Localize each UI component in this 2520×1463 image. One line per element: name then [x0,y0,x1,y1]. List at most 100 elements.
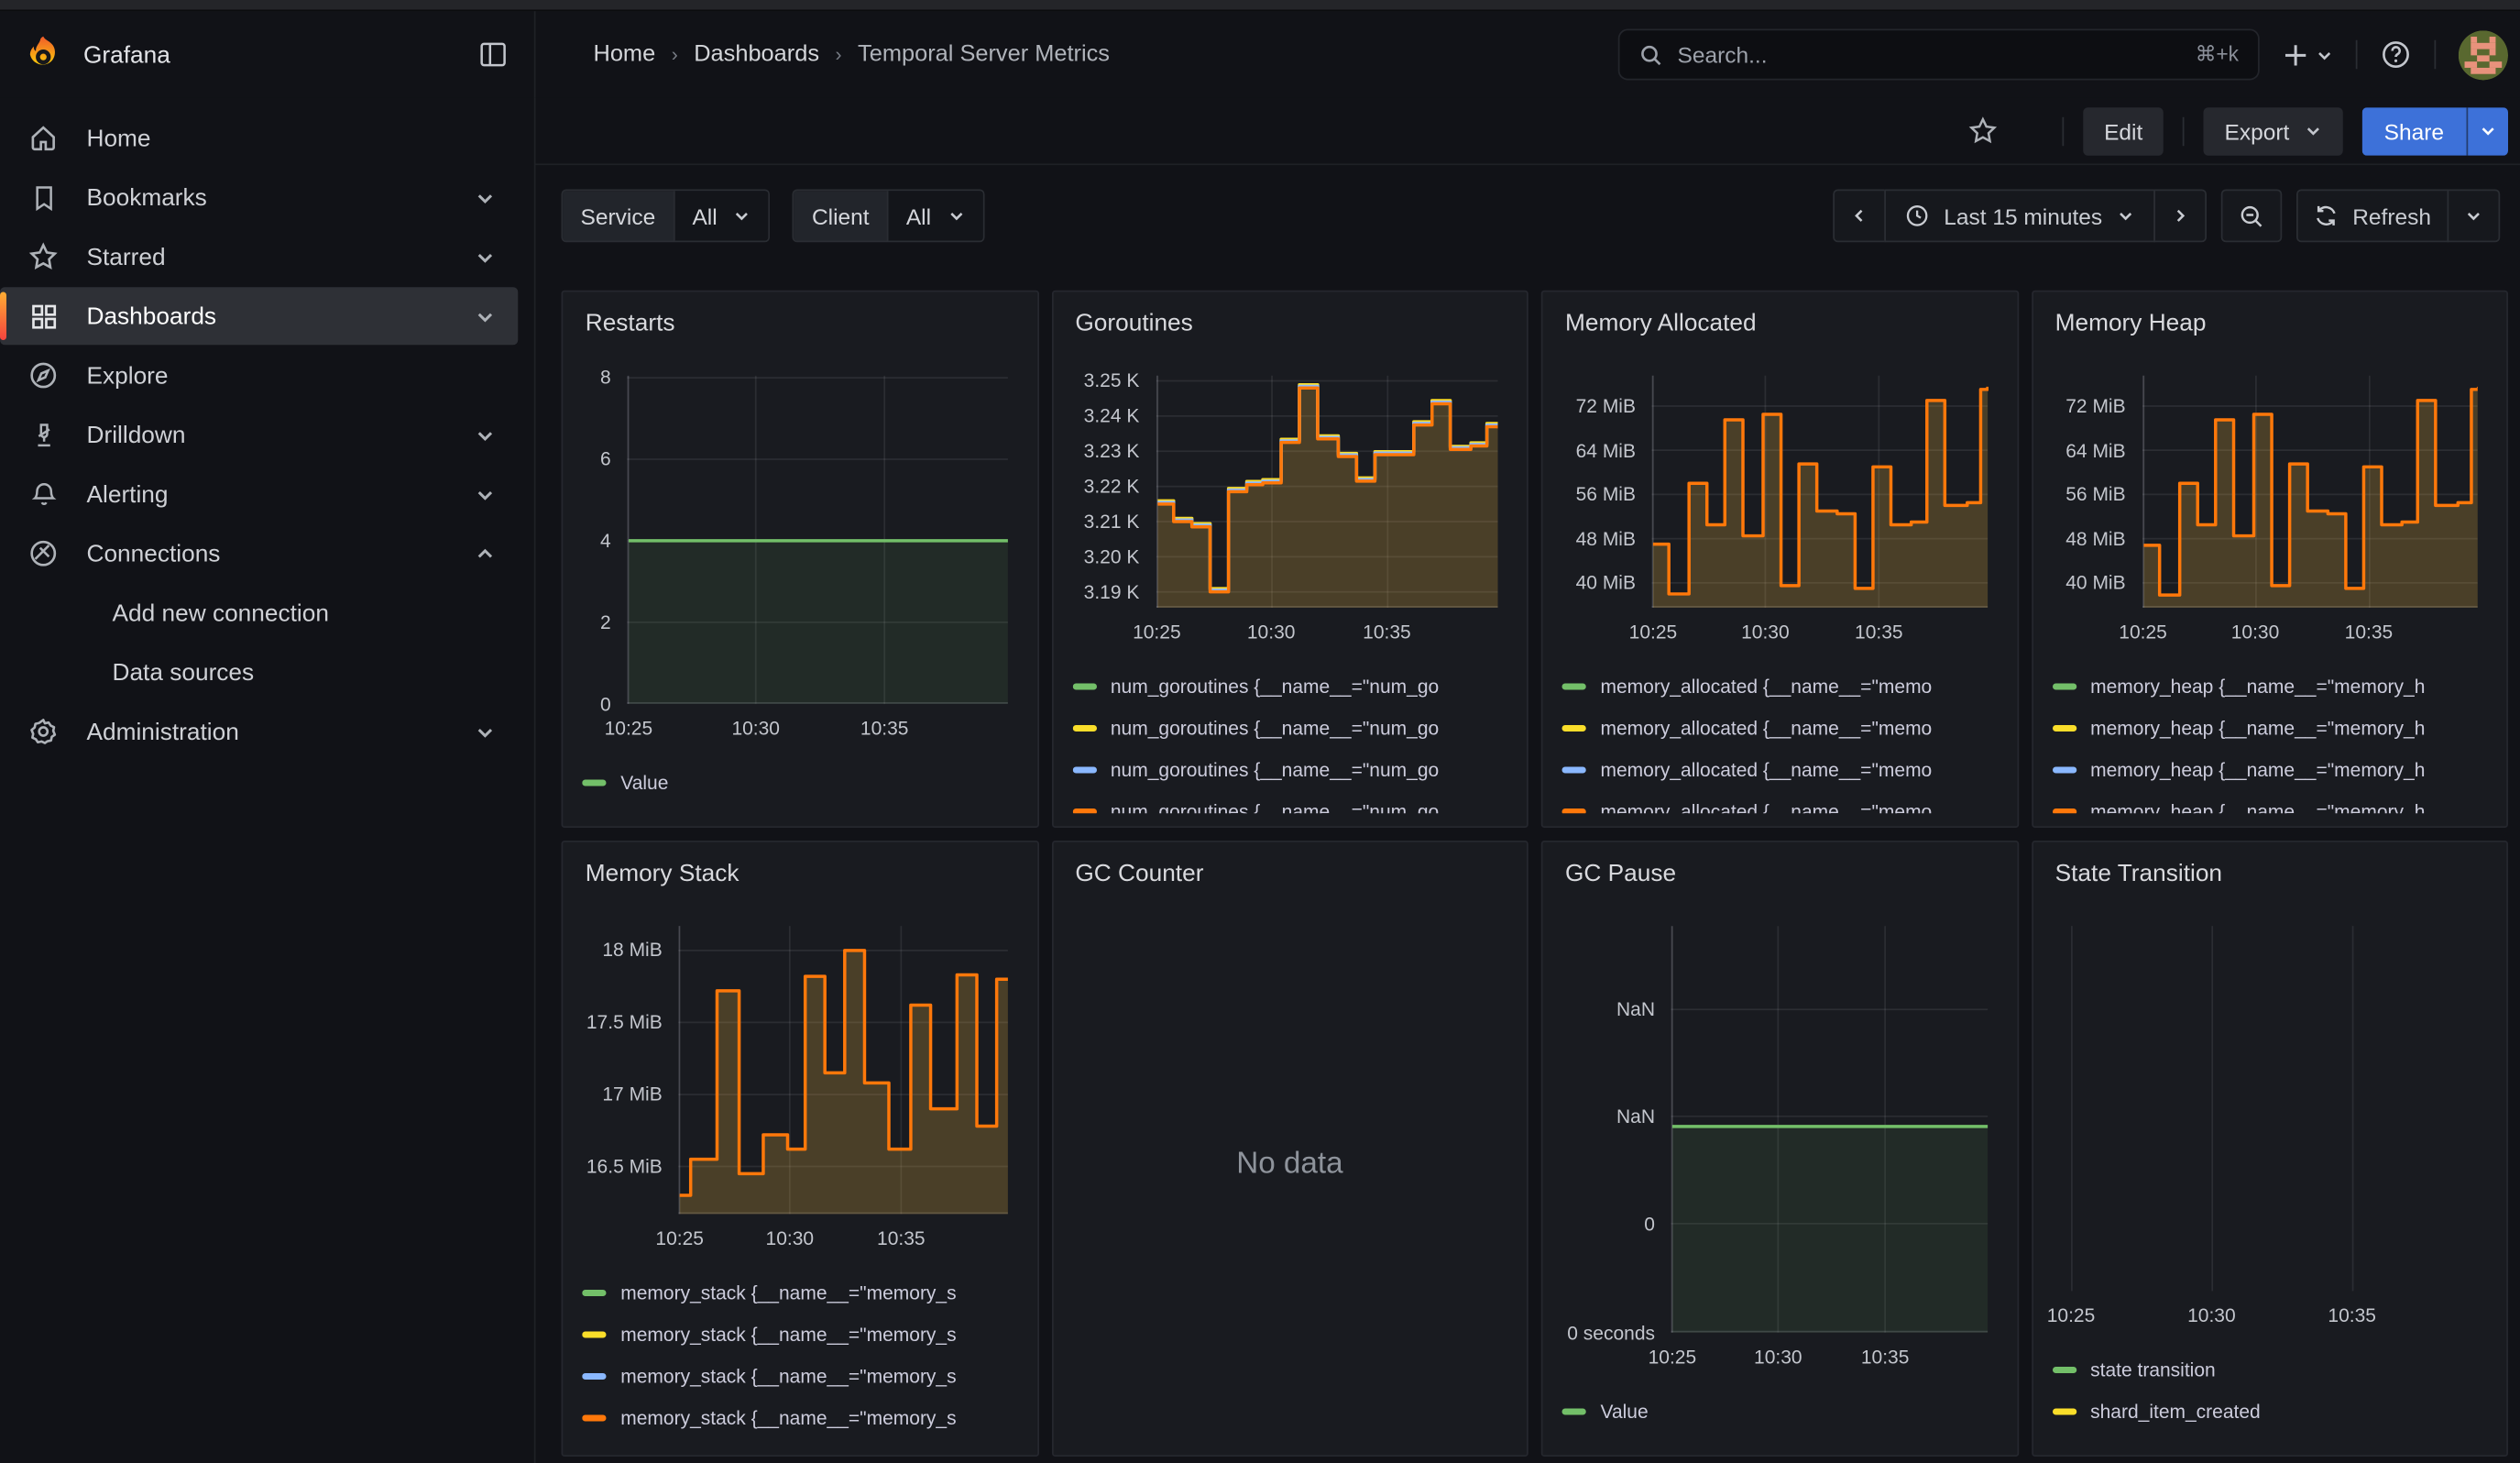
legend-label[interactable]: state transition [2090,1358,2216,1381]
chart-plot-area[interactable] [2142,376,2478,609]
breadcrumb-dashboards[interactable]: Dashboards [694,42,819,68]
legend-color-chip[interactable] [2052,1367,2076,1373]
legend-label[interactable]: memory_allocated {__name__="memo [1601,800,1933,813]
legend-label[interactable]: memory_heap {__name__="memory_h [2090,676,2425,698]
sidebar-item-add-new-connection[interactable]: Add new connection [0,584,518,642]
panel-title[interactable]: Memory Allocated [1562,302,1998,337]
legend-color-chip[interactable] [1562,808,1586,813]
export-button[interactable]: Export [2204,106,2342,155]
y-axis-labels: 3.25 K3.24 K3.23 K3.22 K3.21 K3.20 K3.19… [1072,376,1156,609]
refresh-interval-caret[interactable] [2448,190,2501,243]
legend-label[interactable]: memory_stack {__name__="memory_s [620,1365,956,1388]
legend-label[interactable]: memory_heap {__name__="memory_h [2090,800,2425,813]
y-tick-label: 16.5 MiB [586,1156,663,1179]
variable-value[interactable]: All [889,191,982,240]
legend-color-chip[interactable] [2052,1409,2076,1415]
legend-label[interactable]: memory_stack {__name__="memory_s [620,1407,956,1430]
time-range-picker[interactable]: Last 15 minutes [1884,190,2154,243]
star-dashboard-icon[interactable] [1967,116,1998,146]
legend-label[interactable]: memory_allocated {__name__="memo [1601,717,1933,740]
legend-color-chip[interactable] [1562,1409,1586,1415]
chevron-down-icon[interactable] [475,424,496,446]
variable-dropdown-client[interactable]: ClientAll [793,190,984,243]
panel-title[interactable]: GC Counter [1072,852,1507,887]
y-axis-labels: 18 MiB17.5 MiB17 MiB16.5 MiB [582,926,678,1215]
time-shift-back-button[interactable] [1833,190,1886,243]
legend-color-chip[interactable] [582,1415,606,1422]
legend-color-chip[interactable] [2052,767,2076,774]
chevron-down-icon[interactable] [475,721,496,742]
legend-color-chip[interactable] [1072,767,1096,774]
panel-title[interactable]: Goroutines [1072,302,1507,337]
legend-label[interactable]: Value [1601,1401,1649,1424]
legend-label[interactable]: memory_allocated {__name__="memo [1601,759,1933,782]
sidebar-item-bookmarks[interactable]: Bookmarks [0,169,518,226]
sidebar-item-alerting[interactable]: Alerting [0,466,518,523]
chevron-down-icon[interactable] [475,187,496,208]
chart-plot-area[interactable] [1652,376,1989,609]
breadcrumb-home[interactable]: Home [594,42,656,68]
legend-label[interactable]: memory_heap {__name__="memory_h [2090,759,2425,782]
sidebar-item-label: Explore [87,362,519,390]
legend-color-chip[interactable] [1562,767,1586,774]
legend-label[interactable]: num_goroutines {__name__="num_go [1111,676,1439,698]
sidebar-toggle-icon[interactable] [478,39,509,70]
legend-label[interactable]: num_goroutines {__name__="num_go [1111,800,1439,813]
sidebar-item-data-sources[interactable]: Data sources [0,644,518,701]
chart-plot-area[interactable] [2052,926,2478,1292]
panel-title[interactable]: Memory Heap [2052,302,2487,337]
share-button[interactable]: Share [2361,106,2508,155]
chart-plot-area[interactable] [678,926,1008,1215]
help-icon[interactable] [2380,38,2412,71]
plug-icon [26,537,61,569]
legend-color-chip[interactable] [1562,725,1586,732]
panel-title[interactable]: GC Pause [1562,852,1998,887]
legend-color-chip[interactable] [582,1332,606,1338]
chevron-down-icon[interactable] [475,247,496,268]
legend-color-chip[interactable] [582,1373,606,1380]
search-input[interactable]: Search... ⌘+k [1618,29,2260,81]
sidebar-item-drilldown[interactable]: Drilldown [0,406,518,464]
panel-title[interactable]: Memory Stack [582,852,1017,887]
legend-label[interactable]: memory_stack {__name__="memory_s [620,1282,956,1304]
legend-label[interactable]: memory_allocated {__name__="memo [1601,676,1933,698]
legend-label[interactable]: memory_heap {__name__="memory_h [2090,717,2425,740]
chart-plot-area[interactable] [1671,926,1989,1334]
legend-label[interactable]: memory_stack {__name__="memory_s [620,1324,956,1347]
chart-plot-area[interactable] [1156,376,1498,609]
legend-label[interactable]: num_goroutines {__name__="num_go [1111,717,1439,740]
add-new-button[interactable] [2282,41,2333,69]
refresh-button[interactable]: Refresh [2296,190,2449,243]
time-shift-forward-button[interactable] [2153,190,2207,243]
zoom-out-time-button[interactable] [2221,190,2283,243]
edit-button[interactable]: Edit [2083,106,2164,155]
legend-color-chip[interactable] [1072,808,1096,813]
chevron-down-icon[interactable] [475,305,496,326]
legend-color-chip[interactable] [2052,725,2076,732]
legend-color-chip[interactable] [1072,684,1096,690]
legend-label[interactable]: num_goroutines {__name__="num_go [1111,759,1439,782]
chart-plot-area[interactable] [627,376,1008,705]
share-menu-caret[interactable] [2467,106,2509,155]
sidebar-item-home[interactable]: Home [0,109,518,167]
sidebar-item-connections[interactable]: Connections [0,524,518,582]
legend-color-chip[interactable] [582,1290,606,1296]
legend-color-chip[interactable] [2052,684,2076,690]
sidebar-item-administration[interactable]: Administration [0,703,518,761]
variable-dropdown-service[interactable]: ServiceAll [562,190,771,243]
chevron-down-icon[interactable] [475,484,496,505]
legend-color-chip[interactable] [582,780,606,786]
legend-color-chip[interactable] [2052,808,2076,813]
sidebar-item-dashboards[interactable]: Dashboards [0,287,518,345]
panel-title[interactable]: Restarts [582,302,1017,337]
variable-value[interactable]: All [674,191,768,240]
legend-label[interactable]: shard_item_created [2090,1401,2261,1424]
panel-title[interactable]: State Transition [2052,852,2487,887]
sidebar-item-explore[interactable]: Explore [0,346,518,404]
legend-color-chip[interactable] [1562,684,1586,690]
sidebar-item-starred[interactable]: Starred [0,228,518,286]
legend-color-chip[interactable] [1072,725,1096,732]
user-avatar[interactable] [2459,29,2508,79]
chevron-up-icon[interactable] [475,543,496,564]
legend-label[interactable]: Value [620,772,668,795]
